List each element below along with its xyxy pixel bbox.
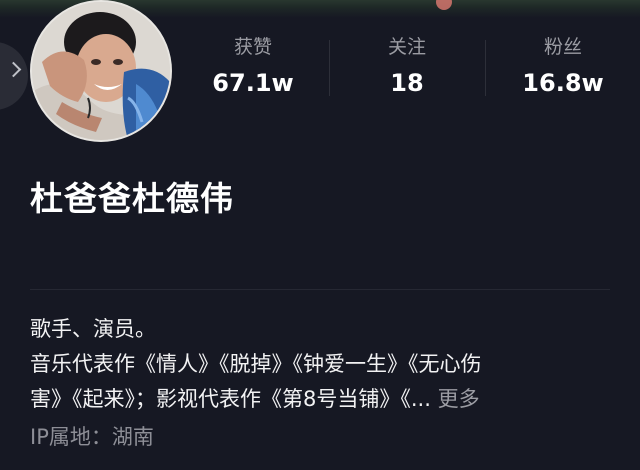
- stat-followers[interactable]: 粉丝 16.8w: [488, 34, 638, 106]
- ip-location: IP属地：湖南: [30, 425, 154, 449]
- bio-more-link[interactable]: 更多: [438, 387, 480, 411]
- stat-followers-label: 粉丝: [543, 36, 582, 58]
- side-expand-tab[interactable]: [0, 42, 28, 110]
- stat-divider: [485, 40, 486, 96]
- avatar[interactable]: [30, 0, 172, 142]
- bio-line-last: 害》《起来》；影视代表作《第8号当铺》《... 更多: [30, 382, 615, 417]
- stat-followers-value: 16.8w: [522, 69, 604, 97]
- bio-line: 害》《起来》；影视代表作《第8号当铺》《...: [30, 387, 431, 411]
- bio-line: 音乐代表作《情人》《脱掉》《钟爱一生》《无心伤: [30, 352, 482, 376]
- profile-bio[interactable]: 歌手、演员。 音乐代表作《情人》《脱掉》《钟爱一生》《无心伤 害》《起来》；影视…: [30, 312, 615, 417]
- stat-following-label: 关注: [387, 36, 426, 58]
- stat-following-value: 18: [390, 69, 424, 97]
- stat-divider: [329, 40, 330, 96]
- stat-likes[interactable]: 获赞 67.1w: [178, 34, 328, 106]
- bio-line: 歌手、演员。: [30, 317, 156, 341]
- stat-likes-value: 67.1w: [212, 69, 294, 97]
- avatar-photo: [32, 2, 170, 140]
- stat-likes-label: 获赞: [233, 36, 272, 58]
- stats-bar: 获赞 67.1w 关注 18 粉丝 16.8w: [176, 34, 640, 106]
- stat-following[interactable]: 关注 18: [332, 34, 482, 106]
- chevron-right-icon: [5, 61, 22, 78]
- section-divider: [30, 289, 610, 290]
- profile-name: 杜爸爸杜德伟: [30, 179, 234, 218]
